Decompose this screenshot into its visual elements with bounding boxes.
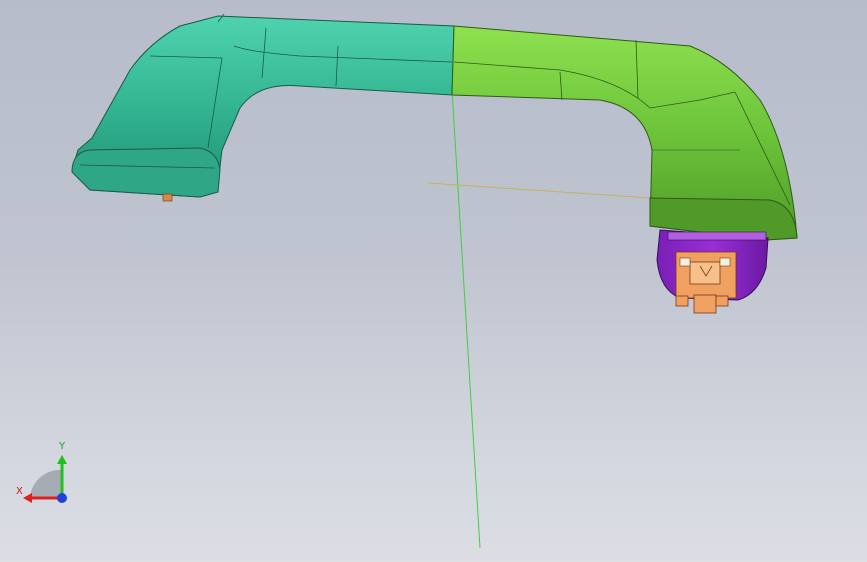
axis-label-y: Y — [59, 441, 66, 452]
handle-left-half[interactable] — [71, 13, 455, 202]
model-canvas[interactable] — [0, 0, 867, 562]
axis-label-x: X — [16, 486, 23, 497]
clip-insert[interactable] — [675, 251, 737, 314]
datum-line-vertical — [451, 89, 481, 549]
orientation-triad — [23, 455, 67, 503]
3d-viewport[interactable]: Y X — [0, 0, 867, 562]
handle-right-half[interactable] — [451, 25, 798, 241]
datum-line-horizontal — [427, 182, 651, 199]
